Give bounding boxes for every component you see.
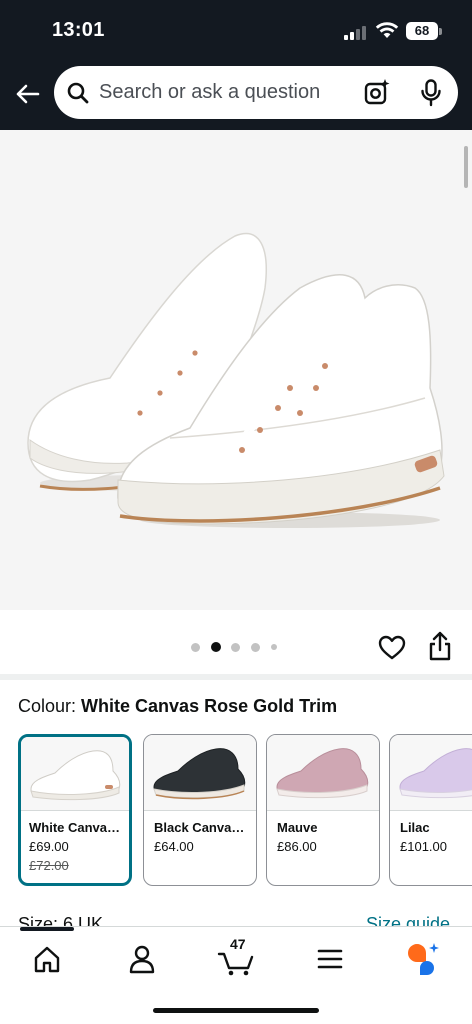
- back-arrow-icon[interactable]: [12, 78, 44, 110]
- colour-label: Colour:: [18, 696, 77, 716]
- colour-option-name: Mauve: [277, 820, 318, 835]
- colour-option-price: £69.00: [29, 839, 69, 854]
- home-icon[interactable]: [27, 941, 67, 977]
- colour-option-name: Lilac: [400, 820, 430, 835]
- colour-option-black[interactable]: Black Canvas Rose Gold Trim £64.00: [143, 734, 257, 886]
- shoe-thumbnail: [399, 748, 472, 799]
- app-header: 13:01 68: [0, 0, 472, 130]
- search-icon: [67, 82, 89, 104]
- microphone-icon[interactable]: [420, 79, 442, 107]
- battery-tip: [439, 28, 442, 35]
- colour-option-price: £64.00: [154, 839, 194, 854]
- active-tab-indicator: [20, 927, 74, 931]
- product-image-gallery[interactable]: [0, 130, 472, 610]
- colour-option-price: £101.00: [400, 839, 447, 854]
- camera-lens-icon[interactable]: [363, 78, 391, 106]
- colour-option-name: Black Canvas Rose Gold Trim: [154, 820, 246, 835]
- carousel-dot[interactable]: [231, 643, 240, 652]
- carousel-dot[interactable]: [251, 643, 260, 652]
- colour-thumbnail: [390, 735, 472, 811]
- colour-option-white[interactable]: White Canvas Rose Gold Trim £69.00 £72.0…: [18, 734, 132, 886]
- shoe-thumbnail: [153, 748, 246, 800]
- scrollbar[interactable]: [464, 146, 468, 188]
- cart-count-badge: 47: [230, 936, 246, 952]
- search-bar[interactable]: [54, 66, 458, 119]
- menu-icon[interactable]: [310, 941, 350, 977]
- colour-option-price: £86.00: [277, 839, 317, 854]
- home-indicator[interactable]: [153, 1008, 319, 1013]
- heart-icon[interactable]: [378, 634, 406, 662]
- colour-heading: Colour: White Canvas Rose Gold Trim: [18, 696, 337, 717]
- colour-thumbnail: [267, 735, 379, 811]
- search-input[interactable]: [99, 76, 339, 108]
- shoe-thumbnail: [30, 750, 121, 801]
- battery-level: 68: [406, 22, 438, 40]
- colour-option-lilac[interactable]: Lilac £101.00: [389, 734, 472, 886]
- carousel-dot[interactable]: [191, 643, 200, 652]
- product-image: [27, 232, 445, 528]
- colour-thumbnail: [21, 737, 129, 811]
- colour-thumbnail: [144, 735, 256, 811]
- shoe-thumbnail: [276, 748, 369, 799]
- wifi-icon: [375, 22, 399, 38]
- colour-option-old-price: £72.00: [29, 858, 69, 873]
- cellular-signal-icon: [344, 26, 370, 40]
- status-time: 13:01: [52, 19, 105, 41]
- carousel-dot[interactable]: [271, 644, 277, 650]
- rufus-assistant-icon[interactable]: [405, 941, 445, 977]
- colour-option-mauve[interactable]: Mauve £86.00: [266, 734, 380, 886]
- section-divider: [0, 674, 472, 680]
- share-icon[interactable]: [426, 630, 454, 662]
- account-icon[interactable]: [122, 941, 162, 977]
- selected-colour-name: White Canvas Rose Gold Trim: [81, 696, 338, 716]
- colour-option-name: White Canvas Rose Gold Trim: [29, 820, 121, 835]
- carousel-dot-active[interactable]: [211, 642, 221, 652]
